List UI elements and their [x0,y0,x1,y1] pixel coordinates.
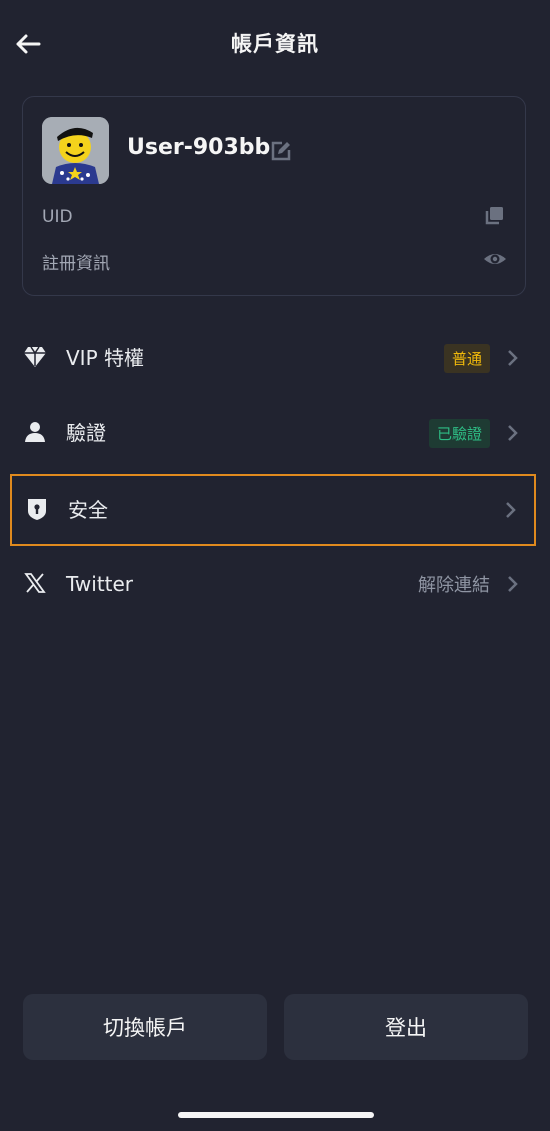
chevron-right-icon [508,425,518,441]
menu-item-security[interactable]: 安全 [10,474,536,546]
shield-icon [28,499,46,520]
home-indicator [178,1112,374,1118]
chevron-right-icon [506,502,516,518]
verified-badge: 已驗證 [428,418,490,448]
menu-item-vip[interactable]: VIP 特權 普通 [10,322,536,394]
menu-item-label: 安全 [68,498,108,522]
toggle-registration-visibility-button[interactable] [483,247,507,271]
copy-uid-button[interactable] [483,205,505,227]
avatar-image [42,117,109,184]
menu-item-verification[interactable]: 驗證 已驗證 [10,397,536,469]
menu-item-label: VIP 特權 [66,346,144,370]
username: User-903bb [127,135,271,160]
copy-icon [485,207,503,225]
diamond-icon [24,346,46,367]
logout-button[interactable]: 登出 [284,994,528,1060]
user-icon [25,422,45,442]
chevron-right-icon [508,350,518,366]
header: 帳戶資訊 [0,0,550,90]
menu-item-twitter[interactable]: Twitter 解除連結 [10,548,536,620]
menu-item-label: 驗證 [66,421,106,445]
avatar[interactable] [42,117,109,184]
x-twitter-icon [24,573,46,593]
chevron-right-icon [508,576,518,592]
edit-icon [271,141,291,161]
edit-username-button[interactable] [269,139,293,163]
eye-icon [484,254,506,264]
uid-label: UID [42,207,73,227]
page-title: 帳戶資訊 [231,32,319,56]
unlink-status: 解除連結 [418,575,490,596]
vip-level-badge: 普通 [443,343,490,373]
account-info-screen: 帳戶資訊 User-903bb UID 註冊資訊 VIP 特權 普通 驗證 已驗… [0,0,550,1131]
menu-item-label: Twitter [66,572,134,596]
registration-info-label: 註冊資訊 [42,254,110,274]
profile-card: User-903bb UID 註冊資訊 [22,96,526,296]
switch-account-button[interactable]: 切換帳戶 [23,994,267,1060]
